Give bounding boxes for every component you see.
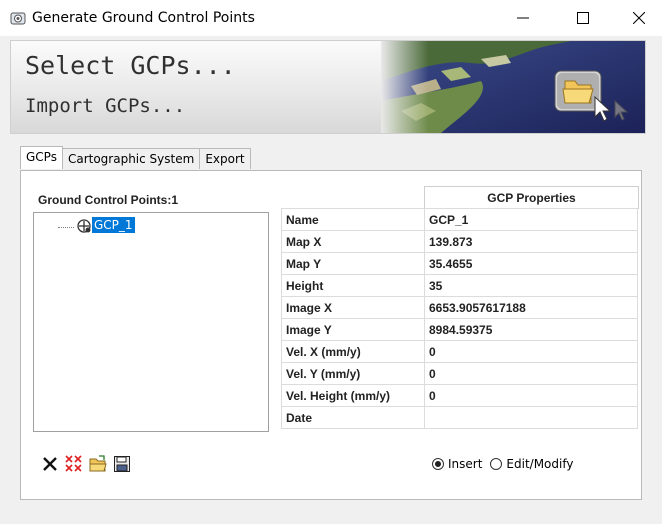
property-row: Name GCP_1	[281, 208, 638, 231]
property-key: Map Y	[281, 252, 425, 275]
tab-bar: GCPs Cartographic System Export	[20, 146, 251, 170]
property-row: Date	[281, 406, 638, 429]
property-row: Image Y 8984.59375	[281, 318, 638, 341]
title-bar: Generate Ground Control Points	[0, 0, 662, 36]
gcp-list-item[interactable]: GCP_1	[92, 217, 135, 233]
tab-cartographic-system[interactable]: Cartographic System	[61, 148, 201, 169]
property-value-date[interactable]	[424, 406, 638, 429]
property-value-vel-height[interactable]: 0	[424, 384, 638, 407]
tab-export[interactable]: Export	[199, 148, 251, 169]
property-value-name[interactable]: GCP_1	[424, 208, 638, 231]
property-row: Height 35	[281, 274, 638, 297]
radio-unchecked-icon	[490, 458, 503, 470]
open-folder-icon	[89, 455, 107, 472]
window-title: Generate Ground Control Points	[32, 10, 255, 26]
gcp-toolbar	[40, 454, 132, 474]
delete-button[interactable]	[40, 454, 60, 474]
property-key: Vel. X (mm/y)	[281, 340, 425, 363]
property-value-image-x[interactable]: 6653.9057617188	[424, 296, 638, 319]
minimize-button[interactable]	[500, 0, 546, 36]
tree-connector	[58, 227, 74, 228]
property-value-height[interactable]: 35	[424, 274, 638, 297]
property-key: Name	[281, 208, 425, 231]
property-value-map-y[interactable]: 35.4655	[424, 252, 638, 275]
save-button[interactable]	[112, 454, 132, 474]
insert-radio-label: Insert	[448, 457, 483, 471]
edit-modify-radio-label: Edit/Modify	[506, 457, 574, 471]
delete-all-icon	[65, 455, 82, 472]
property-key: Image X	[281, 296, 425, 319]
header-banner: Select GCPs... Import GCPs...	[10, 40, 646, 134]
property-key: Date	[281, 406, 425, 429]
gcp-tree[interactable]: GCP_1	[33, 212, 269, 432]
property-row: Vel. X (mm/y) 0	[281, 340, 638, 363]
gcp-properties-grid: Name GCP_1 Map X 139.873 Map Y 35.4655 Heig…	[281, 208, 638, 429]
property-row: Vel. Y (mm/y) 0	[281, 362, 638, 385]
property-key: Vel. Height (mm/y)	[281, 384, 425, 407]
property-row: Map Y 35.4655	[281, 252, 638, 275]
property-row: Vel. Height (mm/y) 0	[281, 384, 638, 407]
property-value-vel-x[interactable]: 0	[424, 340, 638, 363]
maximize-button[interactable]	[560, 0, 606, 36]
mode-radio-group: Insert Edit/Modify	[432, 457, 573, 471]
delete-all-button[interactable]	[64, 454, 84, 474]
close-button[interactable]	[616, 0, 662, 36]
delete-icon	[43, 457, 57, 471]
property-key: Vel. Y (mm/y)	[281, 362, 425, 385]
minimize-icon	[517, 17, 529, 19]
property-key: Map X	[281, 230, 425, 253]
property-row: Map X 139.873	[281, 230, 638, 253]
select-gcps-link[interactable]: Select GCPs...	[25, 51, 236, 80]
insert-radio[interactable]: Insert	[432, 457, 482, 471]
radio-checked-icon	[432, 458, 444, 470]
gcp-properties-header: GCP Properties	[424, 186, 639, 209]
open-folder-button[interactable]	[88, 454, 108, 474]
property-value-image-y[interactable]: 8984.59375	[424, 318, 638, 341]
crosshair-point-icon	[77, 219, 91, 233]
property-key: Image Y	[281, 318, 425, 341]
property-value-vel-y[interactable]: 0	[424, 362, 638, 385]
edit-modify-radio[interactable]: Edit/Modify	[490, 457, 573, 471]
close-icon	[633, 12, 645, 24]
satellite-image-art	[381, 41, 645, 133]
property-value-map-x[interactable]: 139.873	[424, 230, 638, 253]
maximize-icon	[577, 12, 589, 24]
app-icon	[10, 12, 26, 25]
import-gcps-link[interactable]: Import GCPs...	[25, 95, 185, 117]
save-icon	[114, 456, 130, 472]
property-key: Height	[281, 274, 425, 297]
tab-gcps[interactable]: GCPs	[20, 146, 63, 169]
gcp-list-heading: Ground Control Points:1	[38, 193, 178, 207]
property-row: Image X 6653.9057617188	[281, 296, 638, 319]
